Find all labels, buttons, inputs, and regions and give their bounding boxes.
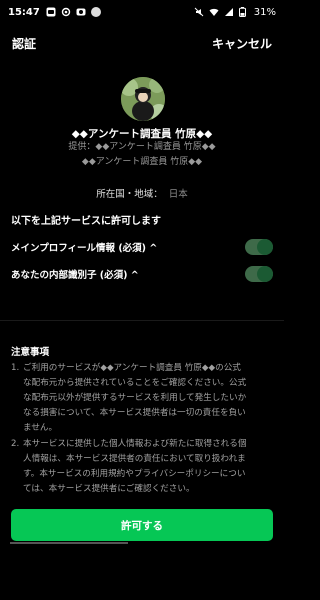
note-line: な配布元以外が提供するサービスを利用して発生したいか — [23, 393, 247, 403]
note-item-1: 1. ご利用のサービスが◆◆アンケート調査員 竹原◆◆の公式 な配布元から提供さ… — [11, 361, 275, 436]
note-line: ません。 — [23, 423, 58, 433]
permission-label-profile[interactable]: メインプロフィール情報 (必須) ^ — [11, 240, 157, 254]
permissions-heading: 以下を上記サービスに許可します — [11, 216, 161, 227]
sync-icon — [61, 7, 71, 17]
mute-icon — [194, 7, 204, 17]
battery-percent: 31% — [253, 6, 276, 18]
provider-line-2: ◆◆アンケート調査員 竹原◆◆ — [81, 157, 203, 167]
permission-toggle-profile[interactable] — [245, 239, 273, 255]
country-region: 所在国・地域： 日本 — [0, 186, 284, 200]
notes-heading: 注意事項 — [11, 347, 50, 358]
signal-icon — [224, 7, 234, 17]
note-line: 本サービスに提供した個人情報および新たに取得される個 — [23, 439, 247, 449]
note-line: す。本サービスの利用規約やプライバシーポリシーについ — [23, 469, 246, 479]
toggle-knob — [257, 239, 273, 255]
header: 認証 キャンセル — [0, 30, 284, 56]
note-line: な配布元から提供されていることをご確認ください。公式 — [23, 378, 247, 388]
permission-row-identifier: あなたの内部識別子 (必須) ^ — [11, 263, 273, 285]
toggle-knob — [257, 266, 273, 282]
status-left-icons — [46, 7, 101, 17]
dots-icon — [90, 7, 101, 17]
note-line: なる損害について、本サービス提供者は一切の責任を負い — [23, 408, 246, 418]
permission-label-identifier[interactable]: あなたの内部識別子 (必須) ^ — [11, 267, 139, 281]
wifi-icon — [209, 7, 219, 17]
provider-line-1: 提供：◆◆アンケート調査員 竹原◆◆ — [68, 142, 216, 152]
status-right-icons: 31% — [194, 7, 276, 18]
camera-icon — [76, 7, 86, 17]
permission-toggle-identifier[interactable] — [245, 266, 273, 282]
cancel-button[interactable]: キャンセル — [212, 35, 272, 52]
status-bar: 15:47 31% — [0, 0, 284, 24]
page-title: 認証 — [12, 36, 37, 51]
note-item-2: 2. 本サービスに提供した個人情報および新たに取得される個 人情報は、本サービス… — [11, 437, 275, 497]
note-line: ては、本サービス提供者にご確認ください。 — [23, 484, 195, 494]
allow-button[interactable]: 許可する — [11, 509, 273, 541]
service-provider: 提供：◆◆アンケート調査員 竹原◆◆ ◆◆アンケート調査員 竹原◆◆ — [0, 140, 284, 170]
line-app-icon — [46, 7, 56, 17]
note-number: 1. — [11, 363, 20, 373]
status-time: 15:47 — [8, 6, 40, 18]
service-name: ◆◆アンケート調査員 竹原◆◆ — [71, 128, 213, 140]
section-divider — [0, 320, 284, 321]
note-number: 2. — [11, 439, 20, 449]
country-label: 所在国・地域： — [96, 189, 163, 200]
battery-icon — [238, 7, 249, 18]
note-line: 人情報は、本サービス提供者の責任において取り扱われま — [23, 454, 246, 464]
note-text: 本サービスに提供した個人情報および新たに取得される個 人情報は、本サービス提供者… — [23, 437, 275, 497]
service-avatar — [121, 77, 165, 121]
note-line: ご利用のサービスが◆◆アンケート調査員 竹原◆◆の公式 — [23, 363, 241, 373]
note-text: ご利用のサービスが◆◆アンケート調査員 竹原◆◆の公式 な配布元から提供されてい… — [23, 361, 275, 436]
country-value: 日本 — [168, 189, 188, 200]
permission-row-profile: メインプロフィール情報 (必須) ^ — [11, 236, 273, 258]
home-indicator[interactable] — [10, 542, 128, 544]
